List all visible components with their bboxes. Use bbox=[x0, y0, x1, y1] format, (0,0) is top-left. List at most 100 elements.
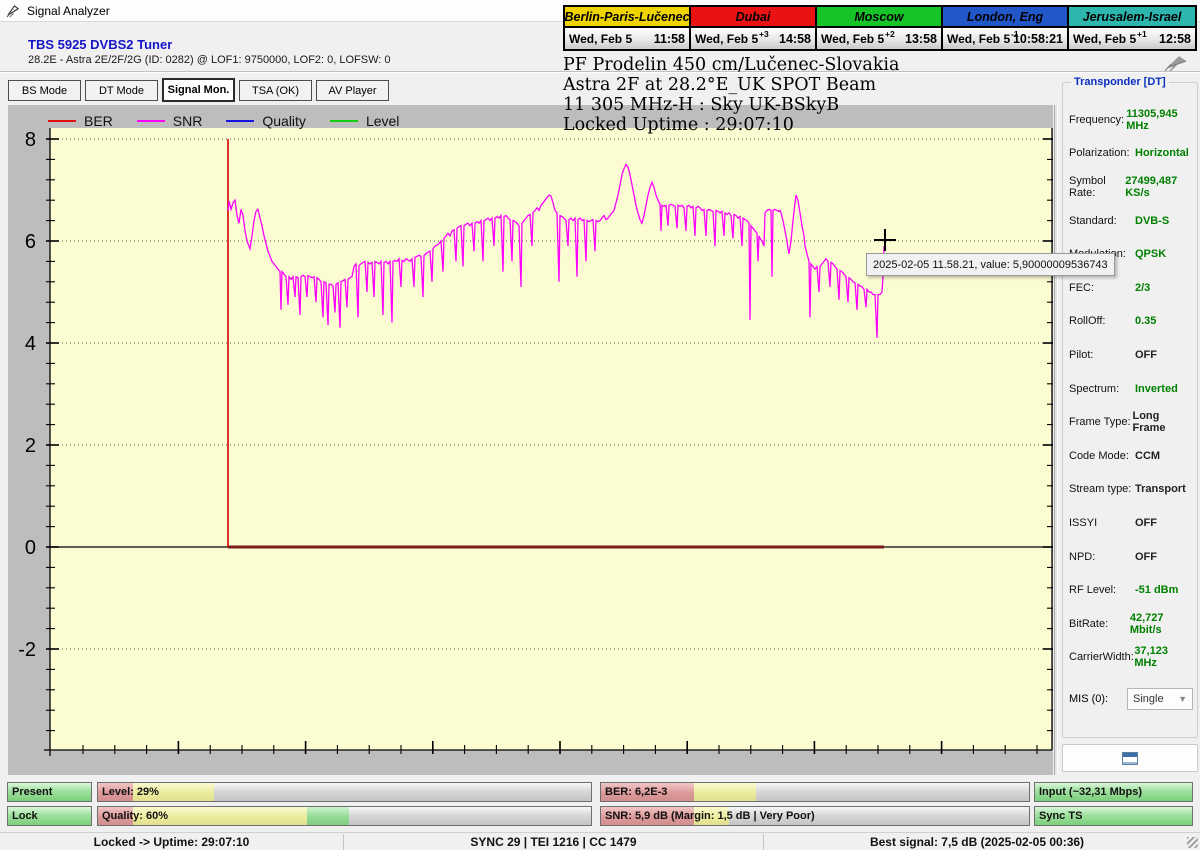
field-carrier-width: CarrierWidth:37,123 MHz bbox=[1069, 641, 1193, 675]
field-rf-level: RF Level:-51 dBm bbox=[1069, 573, 1193, 607]
tab-av-player[interactable]: AV Player bbox=[316, 80, 389, 101]
field-frequency: Frequency:11305,945 MHz bbox=[1069, 103, 1193, 137]
clock-moscow: Moscow Wed, Feb 5 +2 13:58 bbox=[817, 7, 943, 49]
chart-legend: BER SNR Quality Level bbox=[48, 113, 423, 129]
present-indicator: Present bbox=[7, 782, 92, 802]
mode-tabs: BS Mode DT Mode Signal Mon. TSA (OK) AV … bbox=[8, 80, 393, 102]
clock-time: 11:58 bbox=[654, 32, 685, 46]
overlay-line-transponder: 11 305 MHz-H : Sky UK-BSkyB bbox=[563, 95, 899, 115]
field-fec: FEC:2/3 bbox=[1069, 271, 1193, 305]
tab-dt-mode[interactable]: DT Mode bbox=[85, 80, 158, 101]
mis-row: MIS (0): Single ▼ bbox=[1069, 688, 1193, 710]
legend-label: Quality bbox=[262, 113, 306, 129]
field-rolloff: RollOff:0.35 bbox=[1069, 305, 1193, 339]
transponder-panel: Transponder [DT] Frequency:11305,945 MHz… bbox=[1060, 78, 1200, 850]
clock-city: London, Eng bbox=[943, 7, 1067, 28]
tab-bs-mode[interactable]: BS Mode bbox=[8, 80, 81, 101]
tab-tsa[interactable]: TSA (OK) bbox=[239, 80, 312, 101]
snr-bar: SNR: 5,9 dB (Margin: 1,5 dB | Very Poor) bbox=[600, 806, 1030, 826]
clock-utc-offset: +3 bbox=[759, 29, 769, 39]
clock-london: London, Eng Wed, Feb 5 -1 10:58:21 bbox=[943, 7, 1069, 49]
status-lock-uptime: Locked -> Uptime: 29:07:10 bbox=[0, 833, 343, 850]
info-overlay: PF Prodelin 450 cm/Lučenec-Slovakia Astr… bbox=[563, 55, 899, 135]
clock-date: Wed, Feb 5 bbox=[821, 32, 884, 46]
field-polarization: Polarization:Horizontal bbox=[1069, 137, 1193, 171]
clock-time: 10:58:21 bbox=[1013, 32, 1063, 46]
transponder-groupbox: Transponder [DT] Frequency:11305,945 MHz… bbox=[1062, 82, 1198, 738]
field-frame-type: Frame Type:Long Frame bbox=[1069, 405, 1193, 439]
legend-ber: BER bbox=[48, 113, 113, 129]
chart-tooltip: 2025-02-05 11.58.21, value: 5,9000000953… bbox=[866, 253, 1115, 276]
display-mode-button[interactable] bbox=[1062, 744, 1198, 772]
quality-line-swatch bbox=[226, 120, 254, 122]
overlay-line-dish: PF Prodelin 450 cm/Lučenec-Slovakia bbox=[563, 55, 899, 75]
mis-label: MIS (0): bbox=[1069, 693, 1108, 705]
clock-utc-offset: +2 bbox=[885, 29, 895, 39]
clock-city: Berlin-Paris-Lučenec bbox=[565, 7, 689, 28]
field-stream-type: Stream type:Transport bbox=[1069, 473, 1193, 507]
overlay-line-uptime: Locked Uptime : 29:07:10 bbox=[563, 115, 899, 135]
legend-level: Level bbox=[330, 113, 399, 129]
legend-label: Level bbox=[366, 113, 399, 129]
overlay-line-satellite: Astra 2F at 28.2°E_UK SPOT Beam bbox=[563, 75, 899, 95]
field-standard: Standard:DVB-S bbox=[1069, 204, 1193, 238]
clock-utc-offset: +1 bbox=[1137, 29, 1147, 39]
clock-city: Jerusalem-Israel bbox=[1069, 7, 1195, 28]
clock-time: 13:58 bbox=[905, 32, 937, 46]
clock-date: Wed, Feb 5 bbox=[695, 32, 758, 46]
mis-select[interactable]: Single ▼ bbox=[1127, 688, 1193, 710]
legend-label: BER bbox=[84, 113, 113, 129]
window-title: Signal Analyzer bbox=[27, 4, 110, 18]
field-npd: NPD:OFF bbox=[1069, 540, 1193, 574]
field-pilot: Pilot:OFF bbox=[1069, 338, 1193, 372]
signal-chart[interactable]: 8 6 4 2 0 -2 BER SNR Quality Level bbox=[8, 105, 1053, 775]
clock-dubai: Dubai Wed, Feb 5 +3 14:58 bbox=[691, 7, 817, 49]
quality-bar: Quality: 60% bbox=[97, 806, 592, 826]
transponder-fields: Frequency:11305,945 MHz Polarization:Hor… bbox=[1069, 103, 1193, 674]
svg-text:2: 2 bbox=[25, 435, 36, 457]
satellite-dish-icon bbox=[6, 4, 21, 18]
sync-ts-indicator: Sync TS bbox=[1034, 806, 1193, 826]
chart-panel-splitter[interactable] bbox=[1054, 105, 1058, 775]
field-issyi: ISSYIOFF bbox=[1069, 506, 1193, 540]
level-bar: Level: 29% bbox=[97, 782, 592, 802]
chevron-down-icon: ▼ bbox=[1178, 694, 1187, 704]
field-symbol-rate: Symbol Rate:27499,487 KS/s bbox=[1069, 170, 1193, 204]
lock-indicator: Lock bbox=[7, 806, 92, 826]
svg-text:6: 6 bbox=[25, 231, 36, 253]
legend-quality: Quality bbox=[226, 113, 306, 129]
legend-label: SNR bbox=[173, 113, 203, 129]
display-icon bbox=[1122, 752, 1138, 765]
clock-time: 12:58 bbox=[1159, 32, 1191, 46]
clock-city: Dubai bbox=[691, 7, 815, 28]
groupbox-title: Transponder [DT] bbox=[1071, 76, 1169, 88]
svg-text:0: 0 bbox=[25, 537, 36, 559]
ber-bar: BER: 6,2E-3 bbox=[600, 782, 1030, 802]
svg-text:8: 8 bbox=[25, 129, 36, 151]
clock-date: Wed, Feb 5 bbox=[569, 32, 632, 46]
svg-text:4: 4 bbox=[25, 333, 36, 355]
field-spectrum: Spectrum:Inverted bbox=[1069, 372, 1193, 406]
tab-signal-mon[interactable]: Signal Mon. bbox=[162, 78, 235, 102]
clock-city: Moscow bbox=[817, 7, 941, 28]
svg-text:-2: -2 bbox=[18, 639, 36, 661]
level-line-swatch bbox=[330, 120, 358, 122]
world-clocks: Berlin-Paris-Lučenec Wed, Feb 5 11:58 Du… bbox=[563, 5, 1197, 51]
tuner-detail: 28.2E - Astra 2E/2F/2G (ID: 0282) @ LOF1… bbox=[28, 54, 391, 66]
field-bitrate: BitRate:42,727 Mbit/s bbox=[1069, 607, 1193, 641]
clock-date: Wed, Feb 5 bbox=[1073, 32, 1136, 46]
status-sync-counters: SYNC 29 | TEI 1216 | CC 1479 bbox=[344, 833, 763, 850]
clock-time: 14:58 bbox=[779, 32, 811, 46]
ber-line-swatch bbox=[48, 120, 76, 122]
clock-jerusalem: Jerusalem-Israel Wed, Feb 5 +1 12:58 bbox=[1069, 7, 1195, 49]
input-indicator: Input (~32,31 Mbps) bbox=[1034, 782, 1193, 802]
clock-berlin: Berlin-Paris-Lučenec Wed, Feb 5 11:58 bbox=[565, 7, 691, 49]
clock-utc-offset: -1 bbox=[1011, 29, 1019, 39]
status-bar: Locked -> Uptime: 29:07:10 SYNC 29 | TEI… bbox=[0, 832, 1200, 850]
legend-snr: SNR bbox=[137, 113, 203, 129]
signal-plot[interactable]: 8 6 4 2 0 -2 bbox=[8, 105, 1053, 775]
indicator-bars: Present Level: 29% BER: 6,2E-3 Input (~3… bbox=[0, 780, 1200, 832]
tuner-name: TBS 5925 DVBS2 Tuner bbox=[28, 37, 172, 52]
resize-grip[interactable] bbox=[1187, 837, 1198, 848]
status-best-signal: Best signal: 7,5 dB (2025-02-05 00:36) bbox=[764, 833, 1190, 850]
